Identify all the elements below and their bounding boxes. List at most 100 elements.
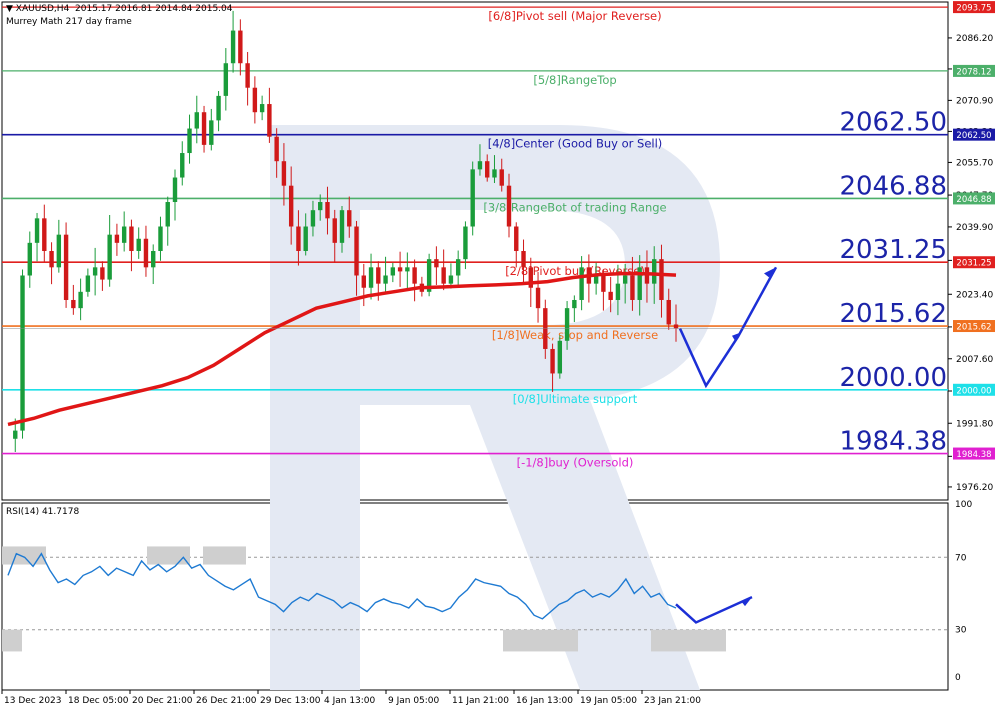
candle-body (245, 63, 250, 88)
price-tag-text: 2078.12 (956, 67, 991, 77)
candle-body (405, 267, 410, 272)
candle-body (412, 267, 417, 284)
candle-body (42, 218, 47, 251)
candle-body (514, 226, 519, 251)
y-tick-label: 1991.80 (956, 419, 993, 429)
candle-body (303, 226, 308, 251)
indicator-label: Murrey Math 217 day frame (6, 17, 132, 27)
candle-body (151, 251, 156, 268)
rsi-oversold-zone (503, 629, 578, 652)
candle-body (477, 161, 483, 170)
symbol-label: XAUUSD,H4 (15, 4, 70, 14)
candle-body (673, 324, 679, 329)
candle-body (579, 267, 584, 300)
x-tick-label: 18 Dec 05:00 (68, 696, 129, 706)
candle-body (223, 63, 229, 96)
x-tick-label: 26 Dec 21:00 (196, 696, 257, 706)
candle-body (666, 299, 671, 325)
murrey-big-label: 2046.88 (839, 171, 947, 201)
candle-body (318, 202, 323, 211)
price-chart-svg: 2086.202078.602070.902063.302055.702047.… (1, 1, 995, 706)
candle-body (376, 267, 381, 284)
price-tag: 2000.00 (953, 383, 995, 396)
candle-body (13, 430, 18, 439)
candle-body (63, 234, 69, 300)
candle-body (368, 267, 374, 288)
candle-body (361, 275, 366, 288)
price-tag-text: 1984.38 (956, 450, 991, 460)
candle-body (492, 169, 497, 178)
candle-body (325, 202, 330, 219)
candle-body (267, 104, 272, 137)
candle-body (434, 259, 439, 268)
murrey-level-label: [4/8]Center (Good Buy or Sell) (488, 137, 663, 151)
rsi-tick-label: 30 (955, 626, 967, 636)
ohlc-label: 2015.17 2016.81 2014.84 2015.04 (75, 4, 233, 14)
price-tag: 2031.25 (953, 256, 995, 269)
price-tag: 2093.75 (953, 1, 995, 14)
candle-body (158, 226, 163, 251)
rsi-tick-label: 100 (955, 500, 972, 510)
x-tick-label: 13 Dec 2023 (4, 696, 62, 706)
candle-body (194, 112, 199, 129)
candle-body (27, 242, 32, 276)
candle-body (535, 287, 541, 309)
murrey-big-label: 2000.00 (839, 363, 947, 393)
x-tick-label: 19 Jan 05:00 (580, 696, 637, 706)
candle-body (49, 251, 54, 268)
candle-body (100, 267, 105, 280)
rsi-tick-label: 70 (955, 553, 967, 563)
price-tag: 2062.50 (953, 128, 995, 141)
candle-body (310, 210, 316, 227)
price-tag-text: 2062.50 (956, 131, 991, 141)
candle-body (85, 275, 91, 292)
candle-body (608, 291, 613, 300)
y-tick-label: 1976.20 (956, 483, 993, 493)
candle-body (485, 161, 490, 178)
candle-body (180, 153, 185, 178)
candle-body (281, 161, 287, 186)
price-tag-text: 2015.62 (956, 323, 991, 333)
candle-body (354, 226, 359, 276)
y-tick-label: 2055.70 (956, 158, 993, 168)
candle-body (622, 275, 628, 284)
candle-body (630, 275, 635, 300)
candle-body (274, 136, 279, 162)
candle-body (564, 308, 570, 341)
price-tag: 2078.12 (953, 64, 995, 77)
murrey-big-label: 2015.62 (839, 299, 947, 329)
murrey-big-label: 2062.50 (839, 108, 947, 138)
price-tag-text: 2000.00 (956, 386, 991, 396)
y-tick-label: 2039.90 (956, 223, 993, 233)
candle-body (216, 95, 221, 121)
y-tick-label: 2086.20 (956, 34, 993, 44)
x-tick-label: 11 Jan 21:00 (452, 696, 509, 706)
rsi-overbought-zone (147, 546, 190, 565)
candle-body (56, 234, 62, 268)
candle-body (615, 283, 621, 300)
candle-body (397, 267, 403, 272)
murrey-level-label: [1/8]Weak, stop and Reverse (492, 328, 658, 342)
x-tick-label: 23 Jan 21:00 (644, 696, 701, 706)
candle-body (296, 226, 301, 251)
candle-body (230, 30, 236, 64)
candle-body (114, 234, 120, 243)
candle-body (107, 234, 112, 280)
candle-body (172, 177, 178, 203)
rsi-tick-label: 0 (955, 673, 961, 683)
candle-body (601, 275, 606, 292)
price-tag: 2015.62 (953, 320, 995, 333)
candle-body (259, 104, 265, 113)
x-tick-label: 20 Dec 21:00 (132, 696, 193, 706)
candle-body (499, 169, 504, 186)
candle-body (288, 185, 294, 227)
candle-body (448, 275, 454, 284)
murrey-level-label: [0/8]Ultimate support (513, 392, 638, 406)
candle-body (34, 218, 40, 243)
candle-body (550, 348, 555, 374)
price-tag-text: 2031.25 (956, 259, 991, 269)
candle-body (143, 238, 149, 268)
candle-body (659, 259, 664, 300)
chart-header: ▼ XAUUSD,H4 2015.17 2016.81 2014.84 2015… (6, 4, 233, 14)
candle-body (187, 128, 192, 154)
